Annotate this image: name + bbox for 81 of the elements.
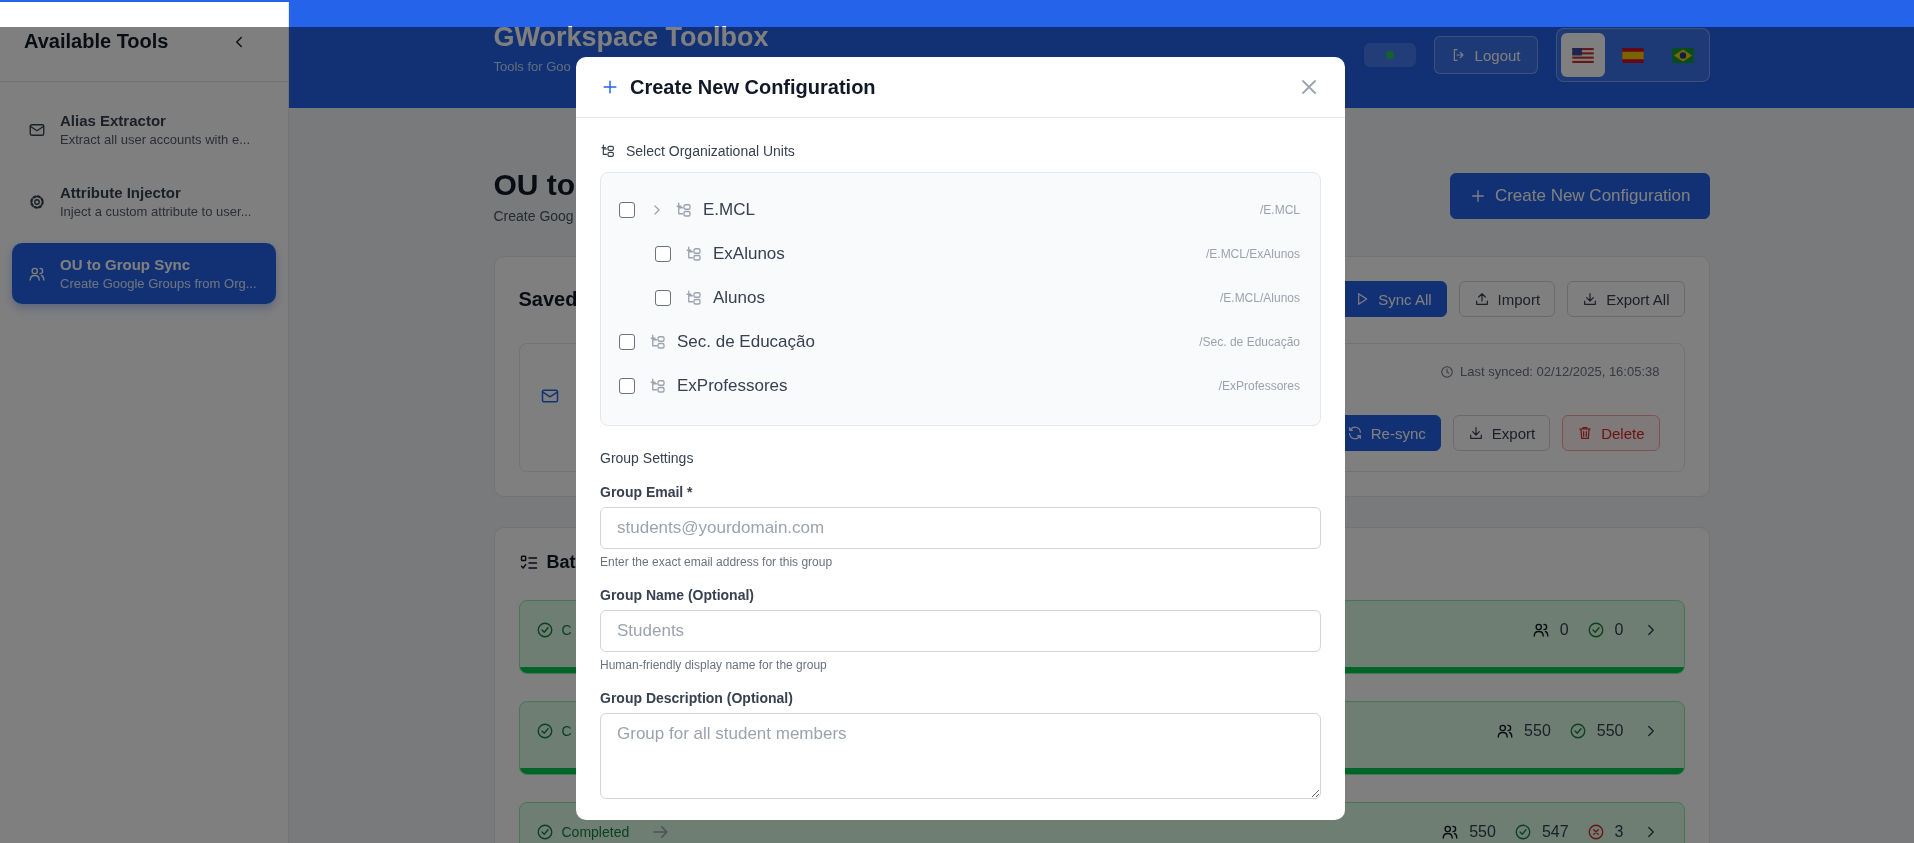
- trash-icon: [1577, 425, 1594, 441]
- flag-icon: [1571, 47, 1594, 63]
- check-circle-icon: [535, 621, 554, 639]
- user-count: 550: [1469, 823, 1496, 841]
- ou-path: /E.MCL/ExAlunos: [1205, 247, 1300, 261]
- dialog-title: Create New Configuration: [630, 75, 876, 99]
- status-text: Completed: [561, 824, 630, 840]
- action-button[interactable]: Delete: [1562, 415, 1660, 451]
- check-circle-icon: [1586, 621, 1605, 639]
- download-icon: [1467, 425, 1484, 441]
- ou-path: /Sec. de Educação: [1199, 335, 1300, 349]
- user-count: 0: [1559, 621, 1569, 639]
- last-synced-text: Last synced: 02/12/2025, 16:05:38: [1460, 364, 1660, 379]
- arrow-right-icon: [653, 826, 669, 838]
- ou-name: Alunos: [713, 288, 765, 308]
- toolbar-button[interactable]: Import: [1458, 281, 1556, 317]
- text-area[interactable]: Group for all student members: [600, 713, 1321, 799]
- user-count: 550: [1524, 722, 1551, 740]
- sidebar-title: Available Tools: [24, 30, 169, 53]
- checkbox[interactable]: [619, 334, 635, 350]
- field-label: Group Description (Optional): [600, 690, 794, 706]
- create-configuration-button[interactable]: Create New Configuration: [1449, 173, 1710, 219]
- check-circle-icon: [1513, 823, 1532, 841]
- input-field[interactable]: Students: [600, 610, 1321, 652]
- action-button[interactable]: Export: [1452, 415, 1551, 451]
- hierarchy-icon: [600, 143, 616, 159]
- ou-name: ExAlunos: [713, 244, 785, 264]
- sidebar-item[interactable]: Alias Extractor Extract all user accounts with e...: [12, 99, 276, 160]
- x-circle-icon: [1586, 823, 1605, 841]
- users-icon: [1441, 823, 1460, 841]
- field-hint: Human-friendly display name for the group: [600, 658, 828, 672]
- checkbox[interactable]: [655, 290, 671, 306]
- field-label: Group Email *: [600, 484, 694, 500]
- success-count: 547: [1541, 823, 1569, 841]
- users-icon: [1496, 722, 1515, 740]
- hierarchy-icon: [685, 245, 703, 263]
- check-circle-icon: [1568, 722, 1587, 740]
- app-subtitle: Tools for Goo: [493, 59, 572, 74]
- ou-path: /E.MCL/Alunos: [1219, 291, 1300, 305]
- clock-icon: [1440, 364, 1454, 379]
- app-title: GWorkspace Toolbox: [493, 22, 769, 53]
- ou-name: Sec. de Educação: [677, 332, 815, 352]
- toolbar-button[interactable]: Export All: [1567, 281, 1685, 317]
- page-subtitle: Create Goog: [493, 208, 575, 224]
- card-title: Bat: [546, 552, 576, 573]
- settings-icon: [28, 192, 46, 211]
- refresh-icon: [1346, 425, 1363, 441]
- flag-icon: [1671, 47, 1694, 63]
- field-label: Group Name (Optional): [600, 587, 755, 603]
- success-count: 0: [1614, 621, 1624, 639]
- language-button[interactable]: [1560, 33, 1605, 77]
- sidebar-item[interactable]: Attribute Injector Inject a custom attribute to user...: [12, 171, 276, 232]
- upload-icon: [1473, 291, 1490, 307]
- checkbox[interactable]: [619, 202, 635, 218]
- ou-path: /E.MCL: [1260, 203, 1300, 217]
- failure-count: 3: [1614, 823, 1624, 841]
- check-circle-icon: [535, 823, 554, 841]
- hierarchy-icon: [649, 377, 667, 395]
- download-icon: [1582, 291, 1599, 307]
- ou-name: E.MCL: [703, 200, 755, 220]
- flag-icon: [1621, 47, 1644, 63]
- check-circle-icon: [535, 722, 554, 740]
- input-field[interactable]: students@yourdomain.com: [600, 507, 1321, 549]
- ou-path: /ExProfessores: [1218, 379, 1300, 393]
- status-text: C: [561, 622, 572, 638]
- status-text: C: [561, 723, 572, 739]
- checkbox[interactable]: [655, 246, 671, 262]
- field-hint: Enter the exact email address for this group: [600, 555, 834, 569]
- page-title: OU to: [493, 168, 576, 202]
- sidebar-item[interactable]: OU to Group Sync Create Google Groups from Org...: [12, 243, 276, 304]
- hierarchy-icon: [685, 289, 703, 307]
- checkbox[interactable]: [619, 378, 635, 394]
- section-label: Group Settings: [600, 450, 695, 466]
- section-label: Select Organizational Units: [626, 143, 795, 159]
- ou-name: ExProfessores: [677, 376, 788, 396]
- users-icon: [1531, 621, 1550, 639]
- mail-icon: [539, 386, 560, 406]
- success-count: 550: [1596, 722, 1624, 740]
- hierarchy-icon: [675, 201, 693, 219]
- card-title: Saved: [518, 287, 578, 311]
- hierarchy-icon: [649, 333, 667, 351]
